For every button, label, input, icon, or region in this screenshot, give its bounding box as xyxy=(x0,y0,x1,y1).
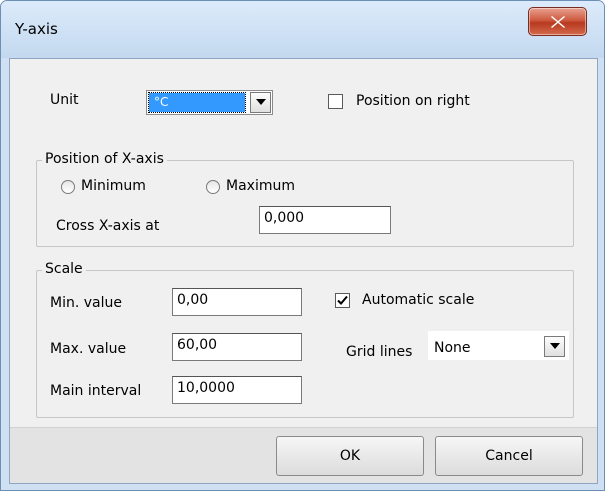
radio-maximum-label: Maximum xyxy=(226,178,295,194)
grid-lines-label: Grid lines xyxy=(346,344,413,360)
checkmark-icon xyxy=(337,295,348,305)
chevron-down-icon xyxy=(256,99,266,105)
window-title: Y-axis xyxy=(15,20,58,38)
x-axis-position-group-title: Position of X-axis xyxy=(42,151,167,167)
title-bar[interactable]: Y-axis xyxy=(1,1,604,58)
dialog-window: Y-axis Unit °C Position on right Positio… xyxy=(0,0,605,491)
close-icon xyxy=(551,16,565,28)
grid-lines-value: None xyxy=(434,340,471,356)
unit-selected-value: °C xyxy=(148,92,246,113)
cross-x-axis-label: Cross X-axis at xyxy=(56,218,160,234)
max-value-input[interactable]: 60,00 xyxy=(172,333,302,361)
chevron-down-icon xyxy=(550,343,560,349)
grid-lines-dropdown-button[interactable] xyxy=(544,336,565,357)
main-interval-input[interactable]: 10,0000 xyxy=(172,376,302,404)
automatic-scale-label: Automatic scale xyxy=(362,292,475,308)
unit-dropdown-button[interactable] xyxy=(250,92,271,113)
position-on-right-label: Position on right xyxy=(356,93,470,109)
radio-minimum[interactable] xyxy=(61,180,75,194)
min-value-input[interactable]: 0,00 xyxy=(172,288,302,316)
automatic-scale-checkbox[interactable] xyxy=(335,293,350,308)
cross-x-axis-input[interactable]: 0,000 xyxy=(259,206,391,234)
min-value-label: Min. value xyxy=(50,295,122,311)
main-interval-label: Main interval xyxy=(50,383,142,399)
radio-minimum-label: Minimum xyxy=(81,178,146,194)
radio-maximum[interactable] xyxy=(206,180,220,194)
position-on-right-checkbox[interactable] xyxy=(328,94,343,109)
cancel-button[interactable]: Cancel xyxy=(435,436,583,476)
grid-lines-combobox[interactable]: None xyxy=(428,331,569,360)
ok-button[interactable]: OK xyxy=(276,436,424,476)
dialog-body: Unit °C Position on right Position of X-… xyxy=(9,58,598,484)
unit-combobox[interactable]: °C xyxy=(146,90,273,115)
max-value-label: Max. value xyxy=(50,341,127,357)
scale-group-title: Scale xyxy=(42,261,86,277)
close-button[interactable] xyxy=(528,7,587,36)
dialog-footer: OK Cancel xyxy=(10,427,597,483)
unit-label: Unit xyxy=(50,92,79,108)
